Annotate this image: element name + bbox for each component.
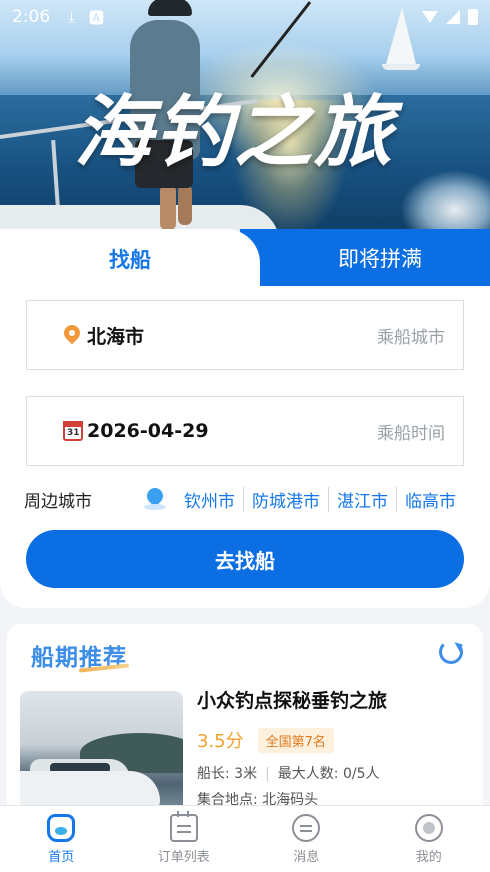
map-pin-icon [63,325,83,345]
tab-find-boat[interactable]: 找船 [0,229,260,289]
nav-home-label: 首页 [48,849,75,865]
nav-mine-label: 我的 [415,849,442,865]
wifi-icon [422,11,438,23]
battery-icon [468,9,478,25]
search-card: 北海市 乘船城市 31 2026-04-29 乘船时间 周边城市 钦州市 防城港… [0,286,490,608]
meta-divider: | [265,766,270,782]
calendar-icon: 31 [63,421,83,441]
date-hint: 乘船时间 [377,423,445,444]
recommend-card: 船期推荐 小众钓点探秘垂钓之旅 3.5分 全国第7名 船长: 3米 | 最大人数: … [7,624,483,824]
nav-orders[interactable]: 订单列表 [123,806,246,872]
nearby-label: 周边城市 [24,491,92,512]
nav-orders-label: 订单列表 [157,849,210,865]
trip-name: 小众钓点探秘垂钓之旅 [197,690,388,712]
city-value: 北海市 [87,325,145,348]
trip-score-row: 3.5分 全国第7名 [197,727,477,753]
nearby-cities: 周边城市 钦州市 防城港市 湛江市 临高市 [24,484,464,514]
fisherman-leg [160,185,176,230]
nav-home[interactable]: 首页 [0,806,123,872]
trip-captain: 船长: 3米 [197,766,258,782]
find-boat-button[interactable]: 去找船 [26,530,464,588]
city-hint: 乘船城市 [377,327,445,348]
home-icon [47,813,76,842]
status-time: 2:06 [12,7,51,27]
date-field[interactable]: 31 2026-04-29 乘船时间 [26,396,464,466]
hero-banner: 海钓之旅 [0,0,490,245]
nearby-city-zhanjiang[interactable]: 湛江市 [329,486,397,512]
search-tabs: 即将拼满 找船 [0,229,490,289]
status-bar: 2:06 ⤓ 🅰 [0,0,490,34]
trip-meta: 船长: 3米 | 最大人数: 0/5人 [197,763,477,783]
nearby-city-lingao[interactable]: 临高市 [397,487,456,512]
order-list-icon [169,810,198,842]
signal-icon [446,10,460,24]
nav-messages-label: 消息 [293,849,320,865]
bottom-nav: 首页 订单列表 消息 我的 [0,805,490,872]
trip-score: 3.5分 [197,731,244,752]
message-icon [292,813,321,842]
refresh-icon[interactable] [439,640,463,664]
profile-icon [414,813,443,842]
nav-mine[interactable]: 我的 [368,806,490,872]
notification-a-icon: 🅰 [88,8,104,27]
trip-info[interactable]: 小众钓点探秘垂钓之旅 3.5分 全国第7名 船长: 3米 | 最大人数: 0/5人 … [197,686,477,809]
nearby-city-fangchenggang[interactable]: 防城港市 [244,486,329,512]
nearby-city-qinzhou[interactable]: 钦州市 [176,486,244,512]
date-value: 2026-04-29 [87,420,209,442]
city-field[interactable]: 北海市 乘船城市 [26,300,464,370]
location-icon [144,488,166,510]
trip-rank-badge: 全国第7名 [257,727,334,753]
nav-messages[interactable]: 消息 [245,806,368,872]
trip-capacity: 最大人数: 0/5人 [277,766,380,782]
tab-almost-full[interactable]: 即将拼满 [240,229,490,287]
calendar-day: 31 [67,428,80,438]
fisherman-leg [178,185,192,225]
hero-title: 海钓之旅 [74,88,395,178]
download-icon: ⤓ [68,8,75,26]
